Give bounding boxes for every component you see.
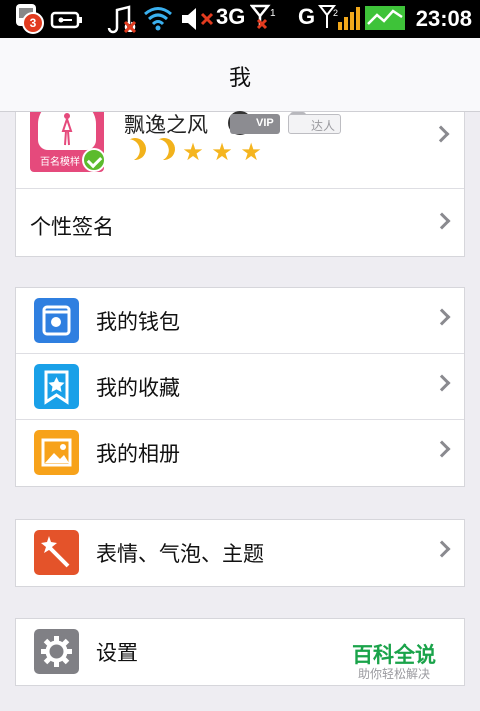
chevron-right-icon — [433, 212, 451, 230]
moon-icon — [149, 134, 179, 164]
star-icon: ★ — [211, 138, 233, 166]
battery-icon — [365, 6, 405, 30]
menu-item-label: 我的收藏 — [96, 376, 180, 400]
chevron-right-icon — [433, 540, 451, 558]
menu-group-settings: 设置 百科全说 助你轻松解决 — [15, 618, 465, 686]
carrier-label: G — [298, 4, 316, 29]
chevron-right-icon — [432, 125, 450, 143]
music-off-icon — [107, 5, 137, 34]
signal-no-sim-icon: 1 — [250, 4, 276, 30]
magic-wand-icon — [34, 530, 79, 575]
star-icon: ★ — [182, 138, 204, 166]
verified-check-icon — [82, 148, 106, 172]
menu-item-favorites[interactable]: 我的收藏 — [16, 354, 464, 420]
usb-icon — [50, 11, 82, 29]
vip-badge[interactable]: VIP — [230, 114, 280, 134]
menu-item-label: 表情、气泡、主题 — [96, 542, 264, 566]
menu-group-account: 我的钱包 我的收藏 我的相册 — [15, 287, 465, 487]
menu-item-settings[interactable]: 设置 百科全说 助你轻松解决 — [16, 619, 464, 685]
menu-item-label: 设置 — [96, 641, 138, 665]
signature-row[interactable]: 个性签名 — [16, 188, 464, 256]
volume-mute-icon — [182, 8, 214, 30]
chevron-right-icon — [433, 308, 451, 326]
moon-icon — [120, 134, 150, 164]
menu-item-album[interactable]: 我的相册 — [16, 420, 464, 486]
page-title: 我 — [228, 66, 251, 91]
menu-group-personalize: 表情、气泡、主题 — [15, 519, 465, 587]
chevron-right-icon — [433, 440, 451, 458]
clock: 23:08 — [415, 6, 472, 31]
svg-text:2: 2 — [333, 8, 338, 18]
favorite-icon — [34, 364, 79, 409]
network-type: 3G — [216, 4, 246, 29]
notification-badge: 3 — [22, 12, 44, 34]
status-bar: 3 3G 1 G 2 23:08 — [0, 0, 480, 38]
menu-item-label: 我的钱包 — [96, 310, 180, 334]
menu-item-label: 我的相册 — [96, 442, 180, 466]
menu-item-wallet[interactable]: 我的钱包 — [16, 288, 464, 354]
level-indicator: ★ ★ ★ — [124, 138, 264, 165]
signal-strength-icon: 2 — [318, 5, 360, 30]
avatar-caption: 百名模样 — [40, 157, 80, 168]
watermark-subtitle: 助你轻松解决 — [357, 667, 430, 681]
wallet-icon — [34, 298, 79, 343]
album-icon — [34, 430, 79, 475]
profile-card[interactable]: 百名模样 飘逸之风 VIP 达人 ★ ★ ★ 个性签名 — [15, 111, 465, 257]
star-icon: ★ — [240, 138, 262, 166]
figure-icon — [61, 113, 73, 146]
chevron-right-icon — [433, 374, 451, 392]
title-bar: 我 — [0, 38, 480, 112]
menu-item-themes[interactable]: 表情、气泡、主题 — [16, 520, 464, 586]
gear-icon — [34, 629, 79, 674]
svg-text:1: 1 — [270, 8, 276, 19]
nickname: 飘逸之风 — [124, 113, 208, 137]
signature-label: 个性签名 — [30, 215, 114, 239]
wifi-icon — [144, 7, 172, 31]
daren-badge[interactable]: 达人 — [288, 114, 342, 134]
